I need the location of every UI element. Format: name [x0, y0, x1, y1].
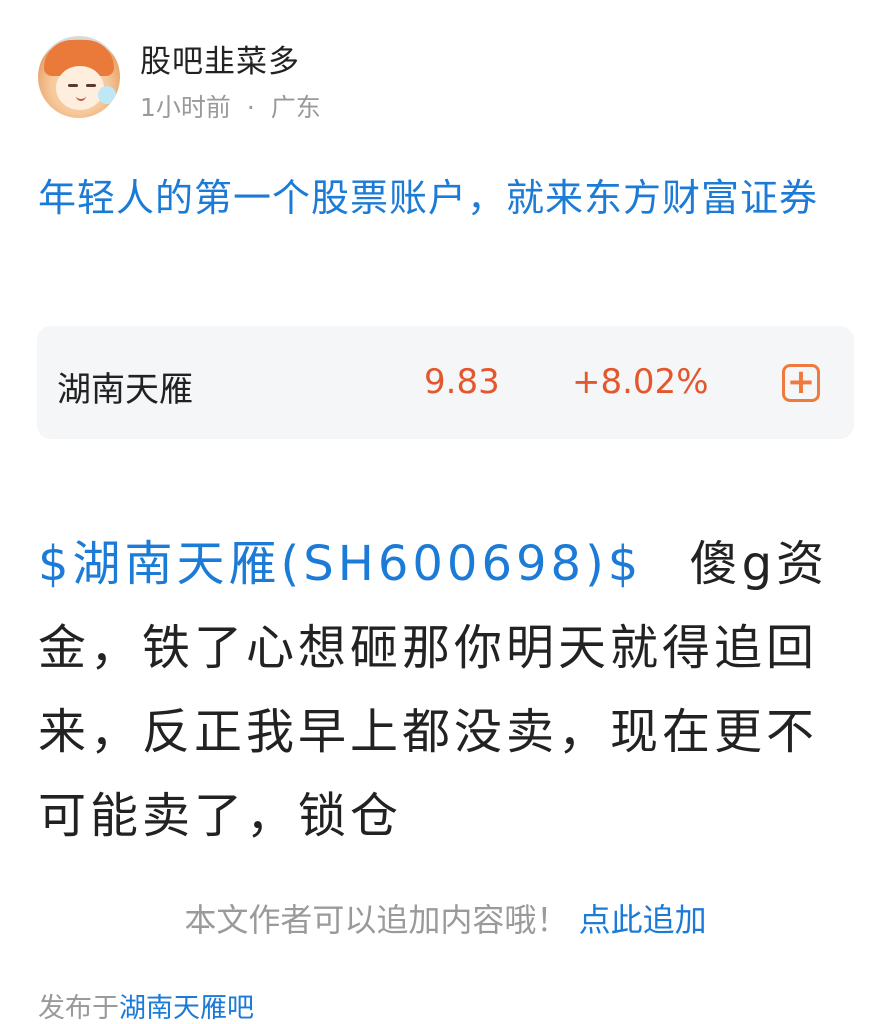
posted-in: 发布于湖南天雁吧 [38, 986, 254, 1024]
post-location: 广东 [270, 93, 321, 122]
stock-name: 湖南天雁 [57, 370, 193, 410]
avatar-face-shape [56, 66, 104, 110]
stock-change: +8.02% [572, 362, 709, 402]
post-meta: 1小时前 · 广东 [140, 88, 321, 124]
avatar-eye-shape [86, 84, 96, 87]
stock-card[interactable]: 湖南天雁 9.83 +8.02% + [37, 326, 854, 439]
plus-square-icon: + [786, 362, 816, 402]
append-link[interactable]: 点此追加 [579, 901, 707, 939]
post-body: $湖南天雁(SH600698)$ 傻g资金，铁了心想砸那你明天就得追回来，反正我… [38, 522, 858, 858]
author-name[interactable]: 股吧韭菜多 [140, 36, 300, 81]
forum-link[interactable]: 湖南天雁吧 [119, 993, 254, 1024]
post-page: 股吧韭菜多 1小时前 · 广东 年轻人的第一个股票账户，就来东方财富证券 湖南天… [0, 0, 891, 1024]
meta-separator: · [246, 93, 255, 122]
avatar[interactable] [38, 36, 120, 118]
posted-in-prefix: 发布于 [38, 993, 119, 1024]
append-hint: 本文作者可以追加内容哦！ 点此追加 [0, 895, 891, 941]
add-watchlist-button[interactable]: + [782, 364, 820, 402]
stock-tag-link[interactable]: $湖南天雁(SH600698)$ [38, 536, 642, 592]
append-hint-text: 本文作者可以追加内容哦！ [184, 901, 569, 939]
stock-price: 9.83 [424, 362, 500, 402]
avatar-bubble-shape [98, 86, 116, 104]
post-time: 1小时前 [140, 93, 231, 122]
ad-link[interactable]: 年轻人的第一个股票账户，就来东方财富证券 [38, 166, 858, 230]
avatar-eye-shape [68, 84, 78, 87]
